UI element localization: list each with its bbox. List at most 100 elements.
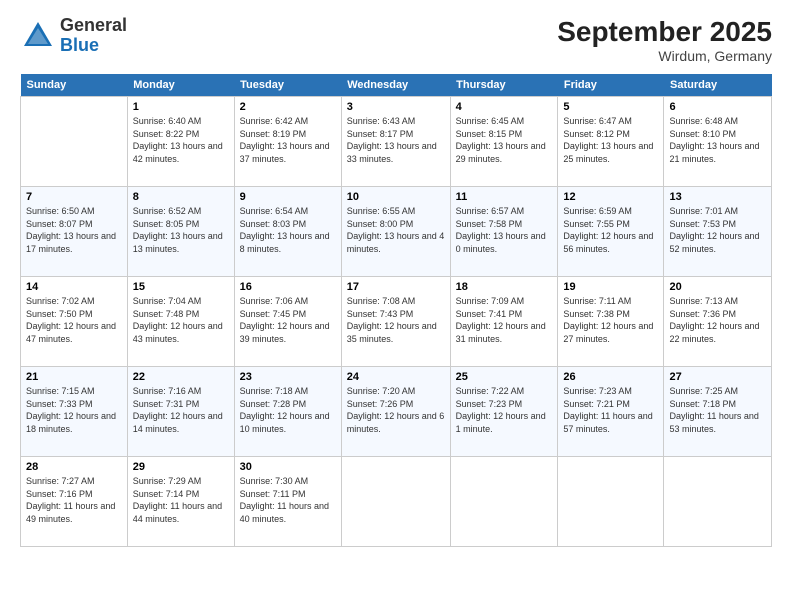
day-number: 10 bbox=[347, 191, 445, 203]
day-cell: 20Sunrise: 7:13 AMSunset: 7:36 PMDayligh… bbox=[664, 277, 772, 367]
day-cell: 22 Sunrise: 7:16 AMSunset: 7:31 PMDayligh… bbox=[127, 367, 234, 457]
calendar-table: SundayMondayTuesdayWednesdayThursdayFrid… bbox=[20, 74, 772, 547]
weekday-tuesday: Tuesday bbox=[234, 74, 341, 97]
day-detail: Sunrise: 6:43 AMSunset: 8:17 PMDaylight:… bbox=[347, 115, 445, 165]
day-number: 30 bbox=[240, 461, 336, 473]
week-row-2: 14 Sunrise: 7:02 AMSunset: 7:50 PMDayligh… bbox=[21, 277, 772, 367]
day-detail: Sunrise: 7:18 AMSunset: 7:28 PMDaylight:… bbox=[240, 385, 336, 435]
logo-general: General bbox=[60, 15, 127, 35]
weekday-monday: Monday bbox=[127, 74, 234, 97]
day-cell: 6Sunrise: 6:48 AMSunset: 8:10 PMDaylight… bbox=[664, 97, 772, 187]
day-detail: Sunrise: 6:47 AMSunset: 8:12 PMDaylight:… bbox=[563, 115, 658, 165]
day-number: 25 bbox=[456, 371, 553, 383]
day-detail: Sunrise: 7:22 AMSunset: 7:23 PMDaylight:… bbox=[456, 385, 553, 435]
day-detail: Sunrise: 6:55 AMSunset: 8:00 PMDaylight:… bbox=[347, 205, 445, 255]
day-cell: 15 Sunrise: 7:04 AMSunset: 7:48 PMDayligh… bbox=[127, 277, 234, 367]
logo-blue: Blue bbox=[60, 35, 99, 55]
title-block: September 2025 Wirdum, Germany bbox=[557, 16, 772, 64]
day-detail: Sunrise: 6:54 AMSunset: 8:03 PMDaylight:… bbox=[240, 205, 336, 255]
day-cell: 10 Sunrise: 6:55 AMSunset: 8:00 PMDayligh… bbox=[341, 187, 450, 277]
day-detail: Sunrise: 7:13 AMSunset: 7:36 PMDaylight:… bbox=[669, 295, 766, 345]
day-cell: 23Sunrise: 7:18 AMSunset: 7:28 PMDayligh… bbox=[234, 367, 341, 457]
day-number: 8 bbox=[133, 191, 229, 203]
day-cell: 7 Sunrise: 6:50 AMSunset: 8:07 PMDaylight… bbox=[21, 187, 128, 277]
day-detail: Sunrise: 7:02 AMSunset: 7:50 PMDaylight:… bbox=[26, 295, 122, 345]
day-cell: 3Sunrise: 6:43 AMSunset: 8:17 PMDaylight… bbox=[341, 97, 450, 187]
weekday-sunday: Sunday bbox=[21, 74, 128, 97]
day-detail: Sunrise: 7:16 AMSunset: 7:31 PMDaylight:… bbox=[133, 385, 229, 435]
weekday-wednesday: Wednesday bbox=[341, 74, 450, 97]
day-cell: 13 Sunrise: 7:01 AMSunset: 7:53 PMDayligh… bbox=[664, 187, 772, 277]
day-cell: 16Sunrise: 7:06 AMSunset: 7:45 PMDayligh… bbox=[234, 277, 341, 367]
day-cell: 26 Sunrise: 7:23 AMSunset: 7:21 PMDayligh… bbox=[558, 367, 664, 457]
day-detail: Sunrise: 7:08 AMSunset: 7:43 PMDaylight:… bbox=[347, 295, 445, 345]
day-cell: 2 Sunrise: 6:42 AMSunset: 8:19 PMDaylight… bbox=[234, 97, 341, 187]
logo-icon bbox=[20, 18, 56, 54]
day-cell: 17 Sunrise: 7:08 AMSunset: 7:43 PMDayligh… bbox=[341, 277, 450, 367]
day-detail: Sunrise: 7:29 AMSunset: 7:14 PMDaylight:… bbox=[133, 475, 229, 525]
day-cell: 28 Sunrise: 7:27 AMSunset: 7:16 PMDayligh… bbox=[21, 457, 128, 547]
day-detail: Sunrise: 7:09 AMSunset: 7:41 PMDaylight:… bbox=[456, 295, 553, 345]
day-detail: Sunrise: 7:11 AMSunset: 7:38 PMDaylight:… bbox=[563, 295, 658, 345]
day-cell bbox=[21, 97, 128, 187]
day-number: 24 bbox=[347, 371, 445, 383]
day-cell: 5 Sunrise: 6:47 AMSunset: 8:12 PMDaylight… bbox=[558, 97, 664, 187]
day-number: 19 bbox=[563, 281, 658, 293]
day-cell: 1Sunrise: 6:40 AMSunset: 8:22 PMDaylight… bbox=[127, 97, 234, 187]
day-number: 18 bbox=[456, 281, 553, 293]
day-number: 28 bbox=[26, 461, 122, 473]
day-detail: Sunrise: 7:04 AMSunset: 7:48 PMDaylight:… bbox=[133, 295, 229, 345]
day-detail: Sunrise: 7:15 AMSunset: 7:33 PMDaylight:… bbox=[26, 385, 122, 435]
location: Wirdum, Germany bbox=[557, 48, 772, 64]
day-number: 29 bbox=[133, 461, 229, 473]
day-cell: 30 Sunrise: 7:30 AMSunset: 7:11 PMDayligh… bbox=[234, 457, 341, 547]
day-detail: Sunrise: 6:57 AMSunset: 7:58 PMDaylight:… bbox=[456, 205, 553, 255]
day-detail: Sunrise: 7:25 AMSunset: 7:18 PMDaylight:… bbox=[669, 385, 766, 435]
logo: General Blue bbox=[20, 16, 127, 56]
day-detail: Sunrise: 6:59 AMSunset: 7:55 PMDaylight:… bbox=[563, 205, 658, 255]
week-row-3: 21 Sunrise: 7:15 AMSunset: 7:33 PMDayligh… bbox=[21, 367, 772, 457]
day-number: 13 bbox=[669, 191, 766, 203]
day-cell: 11Sunrise: 6:57 AMSunset: 7:58 PMDayligh… bbox=[450, 187, 558, 277]
day-number: 4 bbox=[456, 101, 553, 113]
day-number: 17 bbox=[347, 281, 445, 293]
weekday-thursday: Thursday bbox=[450, 74, 558, 97]
day-number: 12 bbox=[563, 191, 658, 203]
day-number: 14 bbox=[26, 281, 122, 293]
day-cell: 14 Sunrise: 7:02 AMSunset: 7:50 PMDayligh… bbox=[21, 277, 128, 367]
day-number: 1 bbox=[133, 101, 229, 113]
day-detail: Sunrise: 6:52 AMSunset: 8:05 PMDaylight:… bbox=[133, 205, 229, 255]
day-detail: Sunrise: 7:23 AMSunset: 7:21 PMDaylight:… bbox=[563, 385, 658, 435]
week-row-1: 7 Sunrise: 6:50 AMSunset: 8:07 PMDaylight… bbox=[21, 187, 772, 277]
day-detail: Sunrise: 6:48 AMSunset: 8:10 PMDaylight:… bbox=[669, 115, 766, 165]
week-row-4: 28 Sunrise: 7:27 AMSunset: 7:16 PMDayligh… bbox=[21, 457, 772, 547]
day-cell: 24Sunrise: 7:20 AMSunset: 7:26 PMDayligh… bbox=[341, 367, 450, 457]
day-cell: 27Sunrise: 7:25 AMSunset: 7:18 PMDayligh… bbox=[664, 367, 772, 457]
day-cell: 4 Sunrise: 6:45 AMSunset: 8:15 PMDaylight… bbox=[450, 97, 558, 187]
day-number: 5 bbox=[563, 101, 658, 113]
day-number: 22 bbox=[133, 371, 229, 383]
day-cell: 19 Sunrise: 7:11 AMSunset: 7:38 PMDayligh… bbox=[558, 277, 664, 367]
day-number: 21 bbox=[26, 371, 122, 383]
weekday-friday: Friday bbox=[558, 74, 664, 97]
day-cell bbox=[664, 457, 772, 547]
day-number: 15 bbox=[133, 281, 229, 293]
day-number: 9 bbox=[240, 191, 336, 203]
day-cell: 29 Sunrise: 7:29 AMSunset: 7:14 PMDayligh… bbox=[127, 457, 234, 547]
weekday-saturday: Saturday bbox=[664, 74, 772, 97]
day-detail: Sunrise: 6:45 AMSunset: 8:15 PMDaylight:… bbox=[456, 115, 553, 165]
weekday-header-row: SundayMondayTuesdayWednesdayThursdayFrid… bbox=[21, 74, 772, 97]
day-detail: Sunrise: 7:01 AMSunset: 7:53 PMDaylight:… bbox=[669, 205, 766, 255]
day-detail: Sunrise: 7:27 AMSunset: 7:16 PMDaylight:… bbox=[26, 475, 122, 525]
day-cell: 25 Sunrise: 7:22 AMSunset: 7:23 PMDayligh… bbox=[450, 367, 558, 457]
day-cell: 12 Sunrise: 6:59 AMSunset: 7:55 PMDayligh… bbox=[558, 187, 664, 277]
day-cell: 18 Sunrise: 7:09 AMSunset: 7:41 PMDayligh… bbox=[450, 277, 558, 367]
day-detail: Sunrise: 7:30 AMSunset: 7:11 PMDaylight:… bbox=[240, 475, 336, 525]
day-detail: Sunrise: 6:50 AMSunset: 8:07 PMDaylight:… bbox=[26, 205, 122, 255]
day-number: 26 bbox=[563, 371, 658, 383]
day-cell: 8 Sunrise: 6:52 AMSunset: 8:05 PMDaylight… bbox=[127, 187, 234, 277]
day-number: 2 bbox=[240, 101, 336, 113]
day-detail: Sunrise: 7:06 AMSunset: 7:45 PMDaylight:… bbox=[240, 295, 336, 345]
day-number: 7 bbox=[26, 191, 122, 203]
day-detail: Sunrise: 6:42 AMSunset: 8:19 PMDaylight:… bbox=[240, 115, 336, 165]
